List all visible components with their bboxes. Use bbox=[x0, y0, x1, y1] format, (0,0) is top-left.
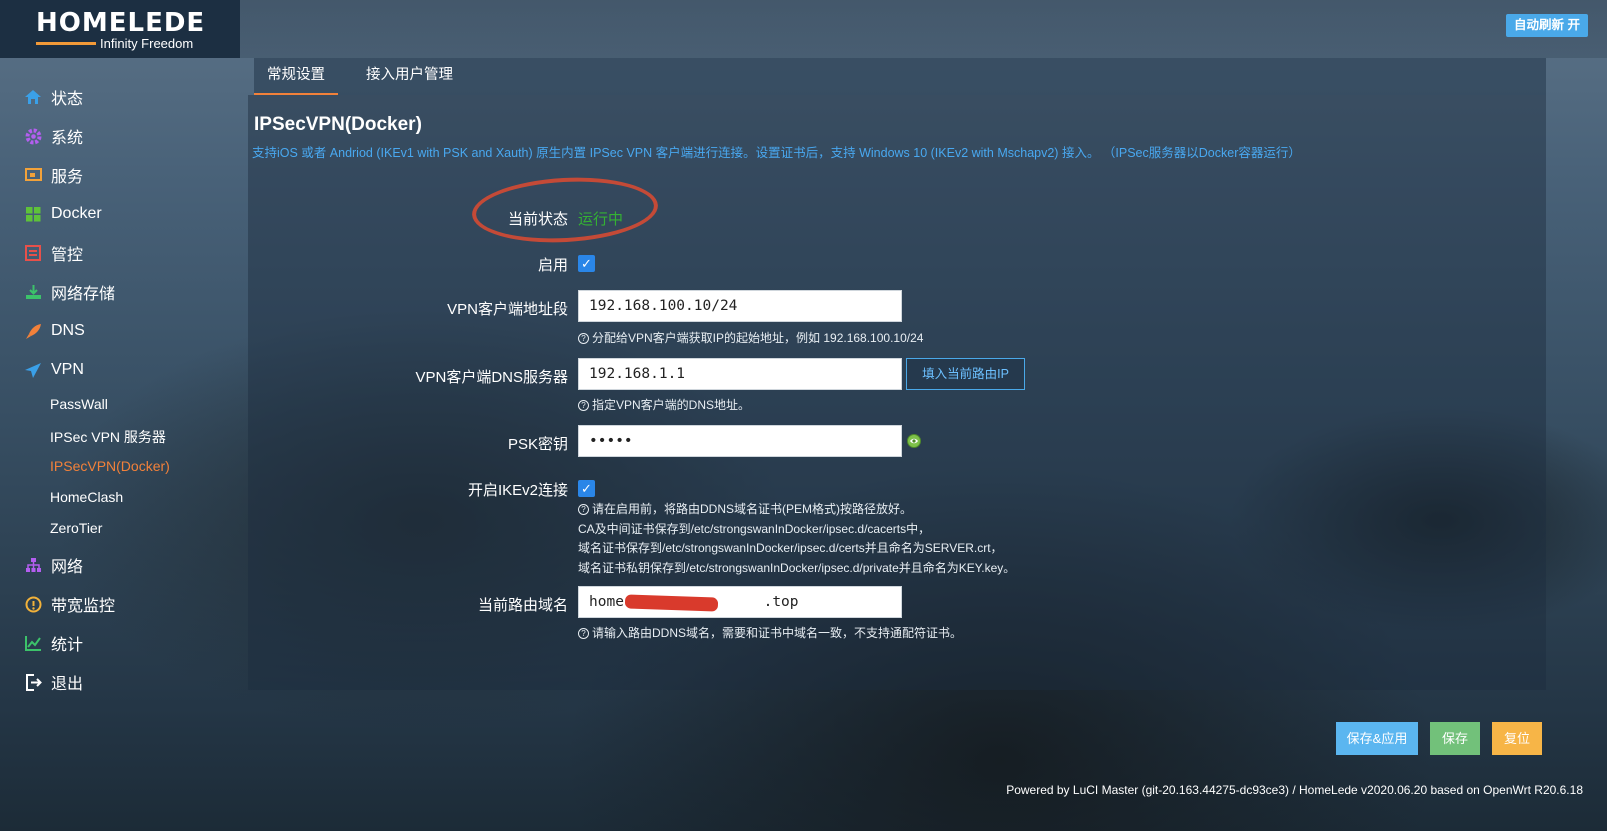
ikev2-help-line: 请在启用前，将路由DDNS域名证书(PEM格式)按路径放好。 bbox=[592, 502, 912, 516]
rocket-icon bbox=[24, 322, 42, 340]
client-subnet-label: VPN客户端地址段 bbox=[447, 301, 568, 318]
docker-icon bbox=[24, 205, 42, 223]
help-icon: ? bbox=[578, 400, 589, 412]
logo[interactable]: HOMELEDE Infinity Freedom bbox=[0, 0, 240, 58]
control-icon bbox=[24, 244, 42, 262]
status-value: 运行中 bbox=[578, 211, 624, 228]
sidebar-item-label: 管控 bbox=[51, 247, 84, 264]
psk-input[interactable]: ••••• bbox=[578, 425, 902, 457]
logo-title: HOMELEDE bbox=[36, 8, 206, 38]
logo-subtitle: Infinity Freedom bbox=[100, 36, 194, 51]
fill-router-ip-button[interactable]: 填入当前路由IP bbox=[906, 358, 1025, 390]
dns-label: VPN客户端DNS服务器 bbox=[415, 369, 568, 386]
sidebar-subitem-passwall[interactable]: PassWall bbox=[50, 396, 108, 412]
top-header: HOMELEDE Infinity Freedom 自动刷新 开 bbox=[0, 0, 1607, 58]
bandwidth-icon bbox=[24, 595, 42, 613]
save-apply-button[interactable]: 保存&应用 bbox=[1336, 722, 1418, 755]
reset-button[interactable]: 复位 bbox=[1492, 722, 1542, 755]
sidebar-subitem-homeclash[interactable]: HomeClash bbox=[50, 489, 123, 505]
dns-input[interactable]: 192.168.1.1 bbox=[578, 358, 902, 390]
gear-icon bbox=[24, 127, 42, 145]
dns-help-text: 指定VPN客户端的DNS地址。 bbox=[592, 398, 751, 412]
footer-text: Powered by LuCI Master (git-20.163.44275… bbox=[1006, 783, 1583, 797]
ikev2-help-line: 域名证书私钥保存到/etc/strongswanInDocker/ipsec.d… bbox=[578, 560, 1016, 575]
tab-user-management[interactable]: 接入用户管理 bbox=[366, 58, 453, 95]
services-icon bbox=[24, 166, 42, 184]
domain-help: ? 请输入路由DDNS域名，需要和证书中域名一致，不支持通配符证书。 bbox=[578, 624, 962, 644]
client-subnet-help: ? 分配给VPN客户端获取IP的起始地址，例如 192.168.100.10/24 bbox=[578, 329, 923, 349]
sidebar-item-label: 状态 bbox=[51, 91, 84, 108]
sidebar-item-label: 网络存储 bbox=[51, 286, 116, 303]
check-icon: ✓ bbox=[581, 481, 592, 496]
domain-label: 当前路由域名 bbox=[477, 597, 568, 614]
sidebar-item-label: DNS bbox=[51, 322, 85, 339]
sidebar-item-statistics[interactable]: 统计 bbox=[24, 629, 83, 657]
sidebar-subitem-ipsec-vpn-server[interactable]: IPSec VPN 服务器 bbox=[50, 427, 166, 447]
sidebar-item-docker[interactable]: Docker bbox=[24, 200, 102, 228]
sidebar-item-services[interactable]: 服务 bbox=[24, 161, 83, 189]
sidebar-item-system[interactable]: 系统 bbox=[24, 122, 83, 150]
network-icon bbox=[24, 556, 42, 574]
ikev2-help-line: 域名证书保存到/etc/strongswanInDocker/ipsec.d/c… bbox=[578, 541, 1003, 555]
sidebar-item-label: 系统 bbox=[51, 130, 84, 147]
sidebar-item-label: 退出 bbox=[51, 676, 84, 693]
status-label: 当前状态 bbox=[507, 211, 568, 228]
plane-icon bbox=[24, 361, 42, 379]
domain-help-text: 请输入路由DDNS域名，需要和证书中域名一致，不支持通配符证书。 bbox=[592, 626, 963, 640]
sidebar-subitem-zerotier[interactable]: ZeroTier bbox=[50, 520, 102, 536]
page-description: 支持iOS 或者 Andriod (IKEv1 with PSK and Xau… bbox=[252, 146, 1301, 160]
enable-checkbox[interactable]: ✓ bbox=[578, 255, 595, 272]
auto-refresh-button[interactable]: 自动刷新 开 bbox=[1506, 14, 1588, 37]
sidebar-item-network[interactable]: 网络 bbox=[24, 551, 83, 579]
sidebar-subitem-ipsecvpn-docker[interactable]: IPSecVPN(Docker) bbox=[50, 458, 170, 474]
page-title: IPSecVPN(Docker) bbox=[254, 114, 422, 135]
tab-general-settings[interactable]: 常规设置 bbox=[254, 58, 338, 95]
sidebar-item-vpn[interactable]: VPN bbox=[24, 356, 84, 384]
psk-label: PSK密钥 bbox=[507, 436, 568, 453]
ikev2-help: ? 请在启用前，将路由DDNS域名证书(PEM格式)按路径放好。 CA及中间证书保… bbox=[578, 500, 1015, 578]
client-subnet-input[interactable]: 192.168.100.10/24 bbox=[578, 290, 902, 322]
sidebar-item-dns[interactable]: DNS bbox=[24, 317, 85, 345]
sidebar-item-label: 服务 bbox=[51, 169, 84, 186]
logo-underline bbox=[36, 42, 96, 45]
sidebar-item-label: 带宽监控 bbox=[51, 598, 116, 615]
ikev2-label: 开启IKEv2连接 bbox=[467, 482, 568, 499]
sidebar-item-network-storage[interactable]: 网络存储 bbox=[24, 278, 115, 306]
help-icon: ? bbox=[578, 333, 589, 345]
logout-icon bbox=[24, 673, 42, 691]
sidebar-item-control[interactable]: 管控 bbox=[24, 239, 83, 267]
chart-icon bbox=[24, 634, 42, 652]
reveal-password-icon[interactable] bbox=[906, 433, 922, 449]
check-icon: ✓ bbox=[581, 256, 592, 271]
sidebar-item-label: 统计 bbox=[51, 637, 84, 654]
help-icon: ? bbox=[578, 628, 589, 640]
enable-label: 启用 bbox=[537, 257, 568, 274]
ikev2-checkbox[interactable]: ✓ bbox=[578, 480, 595, 497]
dns-help: ? 指定VPN客户端的DNS地址。 bbox=[578, 396, 750, 416]
sidebar-item-bandwidth[interactable]: 带宽监控 bbox=[24, 590, 115, 618]
tab-bar: 常规设置 接入用户管理 bbox=[254, 58, 1546, 95]
client-subnet-help-text: 分配给VPN客户端获取IP的起始地址，例如 192.168.100.10/24 bbox=[592, 331, 924, 345]
home-icon bbox=[24, 88, 42, 106]
ikev2-help-line: CA及中间证书保存到/etc/strongswanInDocker/ipsec.… bbox=[578, 521, 931, 536]
save-button[interactable]: 保存 bbox=[1430, 722, 1480, 755]
sidebar-item-label: Docker bbox=[51, 205, 102, 222]
sidebar-item-status[interactable]: 状态 bbox=[24, 83, 83, 111]
sidebar-item-label: 网络 bbox=[51, 559, 84, 576]
storage-icon bbox=[24, 283, 42, 301]
sidebar-item-logout[interactable]: 退出 bbox=[24, 668, 83, 696]
sidebar-item-label: VPN bbox=[51, 361, 84, 378]
help-icon: ? bbox=[578, 504, 589, 516]
